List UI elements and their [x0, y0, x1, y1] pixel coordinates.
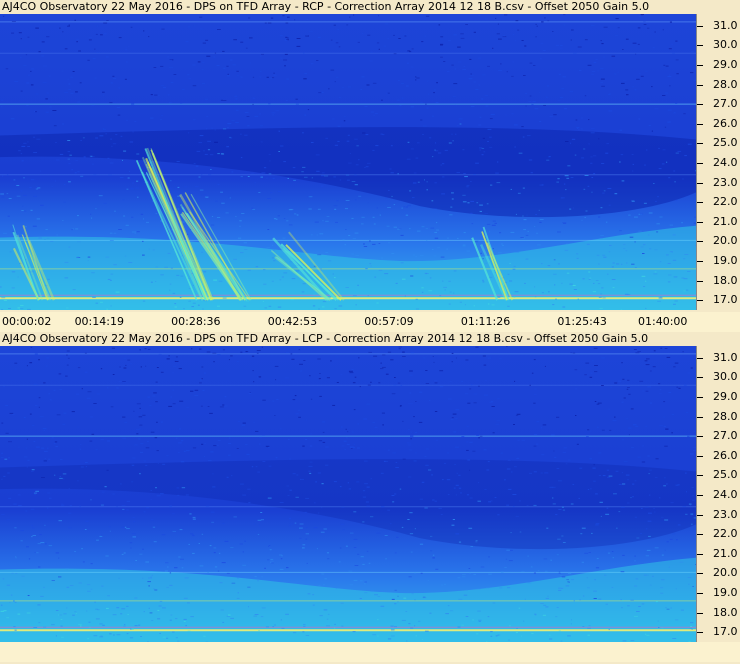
- y-tick-label: 20.0: [713, 566, 738, 580]
- y-tick: [697, 241, 703, 243]
- rcp-panel: AJ4CO Observatory 22 May 2016 - DPS on T…: [0, 0, 740, 332]
- y-tick-label: 31.0: [713, 350, 738, 364]
- y-tick-label: 26.0: [713, 448, 738, 462]
- y-tick: [697, 202, 703, 204]
- y-tick-label: 29.0: [713, 389, 738, 403]
- y-tick: [697, 612, 703, 614]
- time-axis: 00:00:02 00:14:19 00:28:36 00:42:53 00:57:09…: [0, 312, 740, 332]
- lcp-title: AJ4CO Observatory 22 May 2016 - DPS on T…: [2, 332, 649, 345]
- lcp-panel: AJ4CO Observatory 22 May 2016 - DPS on T…: [0, 332, 740, 664]
- y-tick-label: 27.0: [713, 429, 738, 443]
- y-tick-label: 17.0: [713, 293, 738, 307]
- y-tick-label: 24.0: [713, 155, 738, 169]
- lcp-time-axis-blank: [0, 642, 740, 662]
- y-tick-label: 23.0: [713, 175, 738, 189]
- y-tick: [697, 377, 703, 379]
- y-tick: [697, 221, 703, 223]
- y-tick-label: 20.0: [713, 234, 738, 248]
- y-tick: [697, 45, 703, 47]
- y-tick-label: 22.0: [713, 527, 738, 541]
- y-tick: [697, 436, 703, 438]
- rcp-title: AJ4CO Observatory 22 May 2016 - DPS on T…: [2, 0, 650, 13]
- y-tick: [697, 357, 703, 359]
- x-tick-label: 00:00:02: [2, 315, 52, 328]
- y-tick: [697, 573, 703, 575]
- y-tick-label: 23.0: [713, 507, 738, 521]
- y-tick-label: 28.0: [713, 77, 738, 91]
- rcp-spectrogram: [0, 14, 696, 310]
- y-tick: [697, 84, 703, 86]
- x-tick-label: 00:42:53: [267, 315, 318, 328]
- y-tick-label: 18.0: [713, 605, 738, 619]
- x-tick-label: 00:57:09: [364, 315, 414, 328]
- y-tick: [697, 182, 703, 184]
- y-tick: [697, 280, 703, 282]
- y-tick: [697, 25, 703, 27]
- y-tick: [697, 300, 703, 302]
- y-tick-label: 29.0: [713, 57, 738, 71]
- x-tick-label: 00:14:19: [74, 315, 124, 328]
- y-tick-label: 25.0: [713, 136, 738, 150]
- x-tick-label: 01:40:00: [638, 315, 688, 328]
- y-tick: [697, 104, 703, 106]
- y-tick-label: 31.0: [713, 18, 738, 32]
- y-tick-label: 17.0: [713, 625, 738, 639]
- y-tick-label: 27.0: [713, 97, 738, 111]
- x-tick-label: 01:11:26: [460, 315, 511, 328]
- y-tick: [697, 632, 703, 634]
- y-tick-label: 24.0: [713, 487, 738, 501]
- y-tick: [697, 416, 703, 418]
- rcp-frequency-axis: 31.0 30.0 29.0 28.0 27.0 26.0 25.0 24.0 23.0 22.0…: [696, 14, 740, 310]
- y-tick-label: 19.0: [713, 253, 738, 267]
- y-tick: [697, 143, 703, 145]
- y-tick: [697, 514, 703, 516]
- y-tick-label: 26.0: [713, 116, 738, 130]
- y-tick-label: 30.0: [713, 370, 738, 384]
- y-tick: [697, 260, 703, 262]
- y-tick: [697, 475, 703, 477]
- lcp-spectrogram: [0, 346, 696, 642]
- y-tick: [697, 162, 703, 164]
- y-tick-label: 30.0: [713, 38, 738, 52]
- x-tick-label: 00:28:36: [171, 315, 221, 328]
- y-tick-label: 28.0: [713, 409, 738, 423]
- y-tick: [697, 553, 703, 555]
- lcp-frequency-axis: 31.0 30.0 29.0 28.0 27.0 26.0 25.0 24.0 23.0 22.0…: [696, 346, 740, 642]
- y-tick-label: 21.0: [713, 214, 738, 228]
- y-tick: [697, 123, 703, 125]
- y-tick-label: 21.0: [713, 546, 738, 560]
- y-tick: [697, 534, 703, 536]
- x-tick-label: 01:25:43: [557, 315, 607, 328]
- y-tick: [697, 396, 703, 398]
- y-tick-label: 22.0: [713, 195, 738, 209]
- y-tick-label: 25.0: [713, 468, 738, 482]
- y-tick-label: 18.0: [713, 273, 738, 287]
- y-tick: [697, 455, 703, 457]
- y-tick: [697, 64, 703, 66]
- y-tick-label: 19.0: [713, 585, 738, 599]
- y-tick: [697, 592, 703, 594]
- y-tick: [697, 494, 703, 496]
